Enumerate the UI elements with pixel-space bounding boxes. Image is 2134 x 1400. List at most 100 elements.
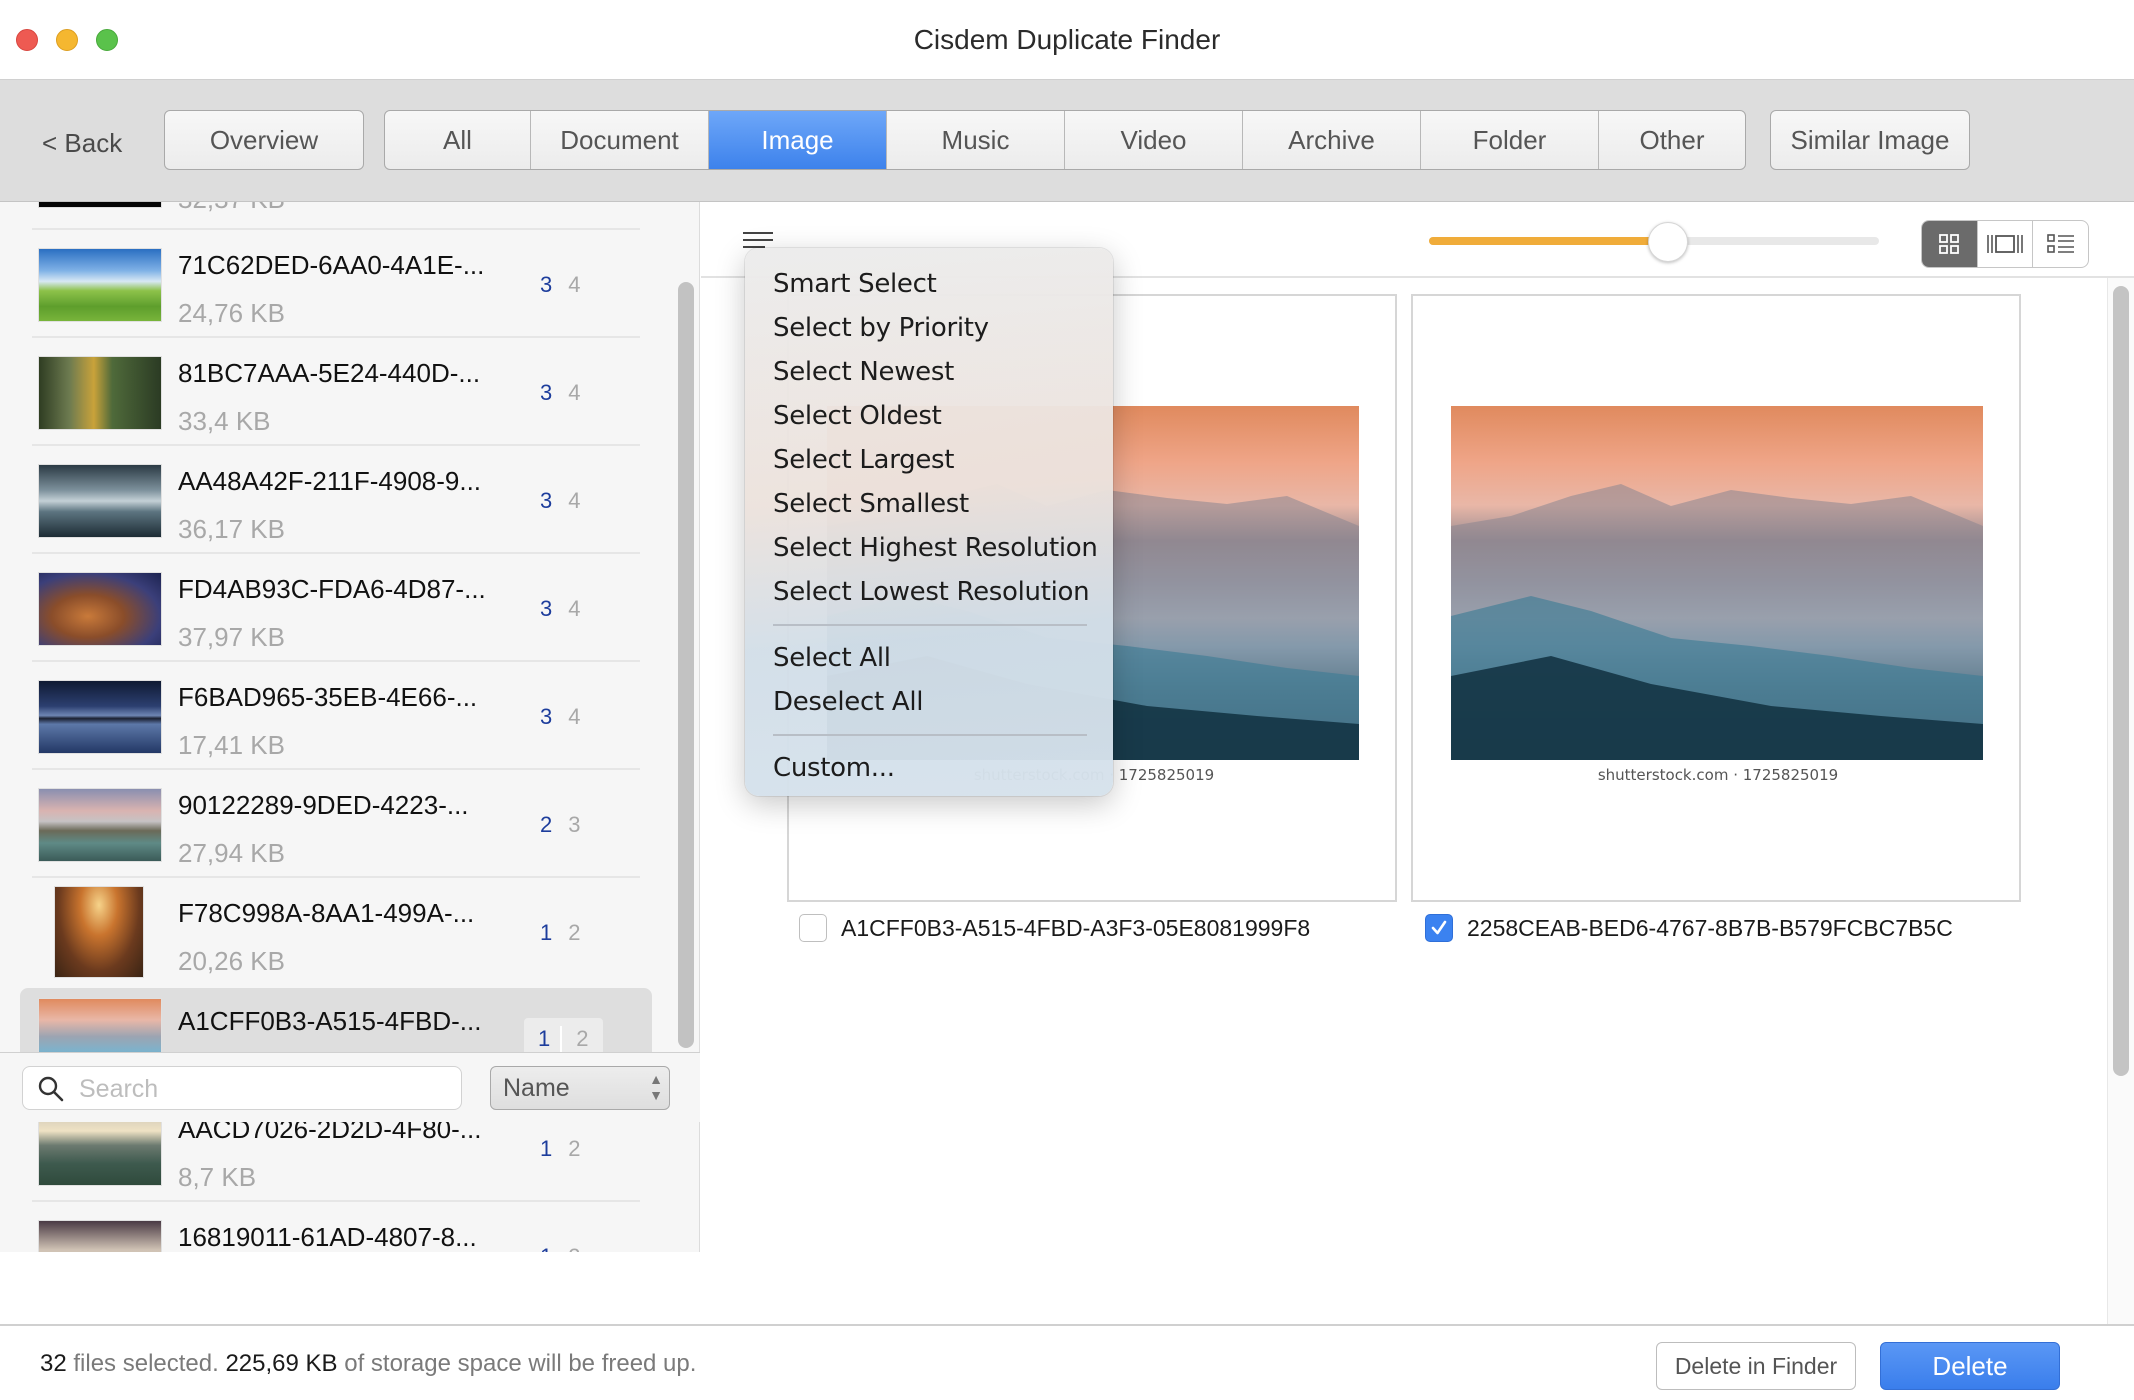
duplicate-count: 12: [540, 920, 581, 946]
delete-button[interactable]: Delete: [1880, 1342, 2060, 1390]
menu-item-select-all[interactable]: Select All: [745, 636, 1113, 680]
menu-item-select-oldest[interactable]: Select Oldest: [745, 394, 1113, 438]
tab-image[interactable]: Image: [709, 111, 887, 169]
thumbnail-size-slider[interactable]: [1429, 222, 1879, 262]
menu-item-smart-select[interactable]: Smart Select: [745, 262, 1113, 306]
selected-count: 3: [540, 704, 553, 729]
checkmark-icon: [1431, 920, 1447, 935]
divider: [32, 228, 640, 230]
list-item[interactable]: FD4AB93C-FDA6-4D87-... 37,97 KB 34: [20, 556, 650, 664]
tab-folder[interactable]: Folder: [1421, 111, 1599, 169]
filmstrip-view-button[interactable]: [1978, 221, 2034, 267]
preview-image: [1451, 406, 1983, 760]
file-name: F78C998A-8AA1-499A-...: [178, 898, 475, 928]
duplicate-count: 34: [540, 704, 581, 730]
menu-separator: [773, 624, 1087, 626]
tab-all[interactable]: All: [385, 111, 531, 169]
title-bar: Cisdem Duplicate Finder: [0, 0, 2134, 80]
selected-count: 2: [540, 812, 553, 837]
list-item[interactable]: F78C998A-8AA1-499A-... 20,26 KB 12: [20, 880, 650, 988]
thumbnail-image: [38, 464, 162, 538]
similar-image-button[interactable]: Similar Image: [1770, 110, 1970, 170]
file-size: 36,17 KB: [178, 514, 285, 544]
selected-count: 3: [540, 380, 553, 405]
thumbnail-image: [38, 572, 162, 646]
list-item[interactable]: 71C62DED-6AA0-4A1E-... 24,76 KB 34: [20, 232, 650, 340]
file-size: 33,4 KB: [178, 406, 271, 436]
list-item[interactable]: 81BC7AAA-5E24-440D-... 33,4 KB 34: [20, 340, 650, 448]
menu-item-custom[interactable]: Custom...: [745, 746, 1113, 790]
duplicate-count: 34: [540, 272, 581, 298]
total-count: 2: [568, 920, 581, 945]
list-item[interactable]: 16819011-61AD-4807-8... 12: [20, 1204, 650, 1252]
menu-item-select-lowest-resolution[interactable]: Select Lowest Resolution: [745, 570, 1113, 614]
slider-fill: [1429, 237, 1668, 245]
menu-item-select-by-priority[interactable]: Select by Priority: [745, 306, 1113, 350]
thumbnail-image: [38, 356, 162, 430]
back-button[interactable]: < Back: [42, 128, 122, 159]
file-size: 17,41 KB: [178, 730, 285, 760]
list-view-button[interactable]: [2033, 221, 2088, 267]
duplicate-count: 23: [540, 812, 581, 838]
file-name: F6BAD965-35EB-4E66-...: [178, 682, 478, 712]
file-checkbox[interactable]: [799, 914, 827, 942]
menu-item-select-smallest[interactable]: Select Smallest: [745, 482, 1113, 526]
divider: [32, 1200, 640, 1202]
file-name: AA48A42F-211F-4908-9...: [178, 466, 482, 496]
list-scrollbar[interactable]: [678, 282, 694, 1048]
list-item[interactable]: 32,37 KB: [20, 202, 650, 226]
menu-item-select-highest-resolution[interactable]: Select Highest Resolution: [745, 526, 1113, 570]
tab-music[interactable]: Music: [887, 111, 1065, 169]
file-label: 2258CEAB-BED6-4767-8B7B-B579FCBC7B5C: [1425, 914, 1953, 942]
total-count: 4: [568, 596, 581, 621]
search-field[interactable]: [22, 1066, 462, 1110]
selected-count: 1: [540, 1244, 552, 1252]
list-search-bar: Name ▲▼: [0, 1052, 700, 1122]
file-size: 24,76 KB: [178, 298, 285, 328]
tab-document[interactable]: Document: [531, 111, 709, 169]
selection-context-menu: Smart Select Select by Priority Select New…: [745, 248, 1113, 796]
total-count: 2: [568, 1136, 581, 1161]
divider: [32, 768, 640, 770]
overview-button[interactable]: Overview: [164, 110, 364, 170]
slider-knob[interactable]: [1647, 222, 1688, 262]
up-down-arrows-icon: ▲ ▼: [649, 1071, 663, 1103]
list-icon: [2046, 234, 2074, 253]
total-count: 4: [568, 380, 581, 405]
selection-summary: 32 files selected. 225,69 KB of storage …: [40, 1350, 696, 1378]
file-size: 27,94 KB: [178, 838, 285, 868]
list-item[interactable]: F6BAD965-35EB-4E66-... 17,41 KB 34: [20, 664, 650, 772]
tab-other[interactable]: Other: [1599, 111, 1745, 169]
duplicate-count: 12: [540, 1136, 581, 1162]
freed-space-size: 225,69 KB: [225, 1350, 338, 1377]
list-item[interactable]: AA48A42F-211F-4908-9... 36,17 KB 34: [20, 448, 650, 556]
selected-count: 1: [540, 1136, 553, 1161]
menu-item-deselect-all[interactable]: Deselect All: [745, 680, 1113, 724]
tab-archive[interactable]: Archive: [1243, 111, 1421, 169]
duplicate-count: 12: [540, 1244, 581, 1252]
thumbnail-image: [38, 1112, 162, 1186]
preview-scrollbar[interactable]: [2113, 286, 2129, 1076]
image-caption: shutterstock.com · 1725825019: [1597, 766, 1839, 784]
thumbnail-image: [38, 202, 162, 208]
file-name: FD4AB93C-FDA6-4D87-...: [178, 574, 486, 604]
file-name: 90122289-9DED-4223-...: [178, 790, 469, 820]
menu-item-select-largest[interactable]: Select Largest: [745, 438, 1113, 482]
sort-by-select[interactable]: Name ▲ ▼: [490, 1066, 670, 1110]
selected-count: 1: [540, 920, 553, 945]
file-name: 71C62DED-6AA0-4A1E-...: [178, 250, 485, 280]
thumbnail-image: [38, 248, 162, 322]
delete-in-finder-button[interactable]: Delete in Finder: [1656, 1342, 1856, 1390]
file-name: A1CFF0B3-A515-4FBD-...: [178, 1006, 482, 1036]
search-input[interactable]: [79, 1073, 449, 1105]
list-item[interactable]: 90122289-9DED-4223-... 27,94 KB 23: [20, 772, 650, 880]
selected-count: 3: [540, 488, 553, 513]
menu-item-select-newest[interactable]: Select Newest: [745, 350, 1113, 394]
tab-video[interactable]: Video: [1065, 111, 1243, 169]
grid-view-button[interactable]: [1922, 221, 1978, 267]
file-checkbox[interactable]: [1425, 914, 1453, 942]
total-count: 3: [568, 812, 581, 837]
file-size: 32,37 KB: [178, 202, 285, 215]
file-size: 8,7 KB: [178, 1162, 257, 1192]
sort-value: Name: [503, 1073, 570, 1102]
